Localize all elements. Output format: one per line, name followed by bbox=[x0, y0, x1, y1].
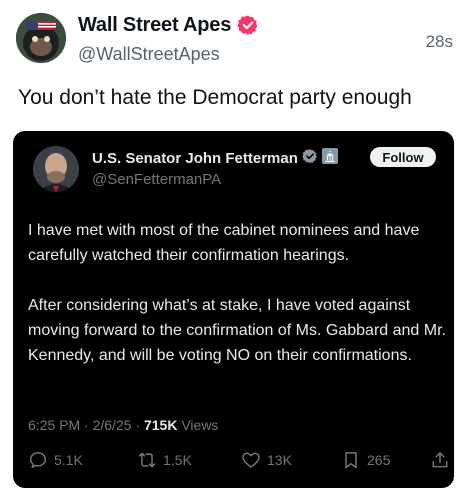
repost-count: 1.5K bbox=[163, 452, 192, 468]
views-count: 715K bbox=[143, 417, 178, 433]
quoted-tweet-body: I have met with most of the cabinet nomi… bbox=[28, 218, 448, 368]
verified-badge-icon[interactable] bbox=[302, 148, 318, 169]
like-icon bbox=[241, 450, 261, 470]
quoted-author-avatar[interactable] bbox=[33, 146, 79, 192]
quoted-time[interactable]: 6:25 PM bbox=[28, 417, 80, 433]
quoted-tweet-card[interactable]: U.S. Senator John Fetterman @SenFetterma… bbox=[13, 131, 454, 488]
quoted-paragraph: I have met with most of the cabinet nomi… bbox=[28, 222, 420, 264]
post-text: You don’t hate the Democrat party enough bbox=[18, 86, 412, 109]
follow-button[interactable]: Follow bbox=[370, 147, 436, 167]
reply-count: 5.1K bbox=[54, 452, 83, 468]
verified-badge-icon[interactable] bbox=[237, 14, 259, 36]
quoted-date[interactable]: 2/6/25 bbox=[93, 417, 132, 433]
ape-avatar-image bbox=[16, 13, 66, 63]
display-name-row: Wall Street Apes bbox=[78, 12, 259, 38]
meta-separator: · bbox=[135, 417, 144, 433]
author-display-name[interactable]: Wall Street Apes bbox=[78, 14, 231, 37]
quoted-author-block: U.S. Senator John Fetterman @SenFetterma… bbox=[92, 147, 338, 188]
quoted-action-bar: 5.1K 1.5K 13K 265 bbox=[28, 450, 448, 474]
like-button[interactable]: 13K bbox=[241, 450, 292, 470]
author-block: Wall Street Apes @WallStreetApes bbox=[78, 12, 259, 65]
quoted-paragraph: After considering what’s at stake, I hav… bbox=[28, 297, 446, 364]
reply-button[interactable]: 5.1K bbox=[28, 450, 83, 470]
quoted-name-row: U.S. Senator John Fetterman bbox=[92, 147, 338, 169]
share-button[interactable] bbox=[430, 450, 450, 470]
bookmark-count: 265 bbox=[367, 452, 391, 468]
bookmark-icon bbox=[341, 450, 361, 470]
government-badge-icon[interactable] bbox=[321, 147, 338, 169]
meta-separator: · bbox=[84, 417, 93, 433]
author-handle[interactable]: @WallStreetApes bbox=[78, 44, 259, 65]
views-label: Views bbox=[181, 417, 219, 433]
quoted-meta-row: 6:25 PM · 2/6/25 · 715K Views bbox=[28, 417, 218, 433]
quoted-author-handle[interactable]: @SenFettermanPA bbox=[92, 171, 338, 188]
repost-button[interactable]: 1.5K bbox=[137, 450, 192, 470]
like-count: 13K bbox=[267, 452, 292, 468]
author-avatar[interactable] bbox=[16, 13, 66, 63]
reply-icon bbox=[28, 450, 48, 470]
bookmark-button[interactable]: 265 bbox=[341, 450, 390, 470]
share-icon bbox=[430, 450, 450, 470]
quoted-author-display-name[interactable]: U.S. Senator John Fetterman bbox=[92, 150, 298, 167]
post-header: Wall Street Apes @WallStreetApes 28s bbox=[16, 10, 457, 70]
post-timestamp[interactable]: 28s bbox=[426, 32, 453, 52]
fetterman-avatar-image bbox=[33, 146, 79, 192]
repost-icon bbox=[137, 450, 157, 470]
post-page: Wall Street Apes @WallStreetApes 28s You… bbox=[0, 0, 473, 500]
